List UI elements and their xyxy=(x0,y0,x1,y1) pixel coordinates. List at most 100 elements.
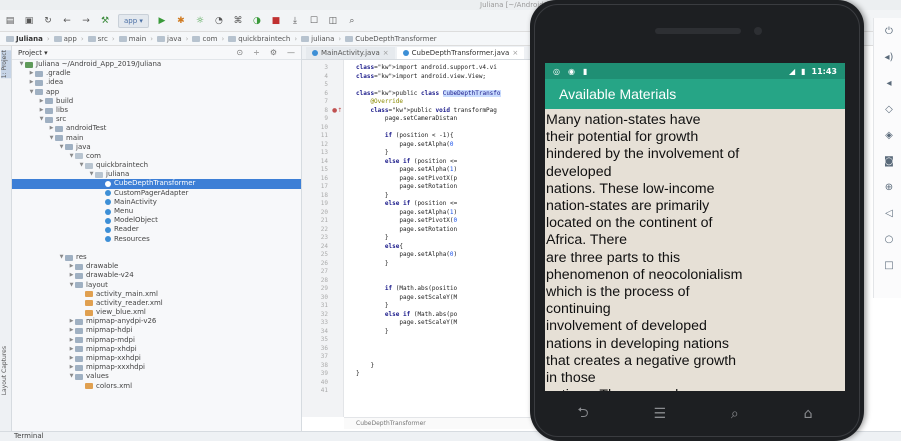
collapse-arrow-icon[interactable]: ▶ xyxy=(68,345,75,354)
home-circle-icon[interactable]: ○ xyxy=(882,234,896,245)
collapse-arrow-icon[interactable]: ▶ xyxy=(68,363,75,372)
tree-item[interactable]: ▶ build xyxy=(12,97,301,106)
tree-item[interactable]: ▼ res xyxy=(12,253,301,262)
sdk-manager-icon[interactable]: ⤓ xyxy=(289,15,301,27)
expand-arrow-icon[interactable]: ▼ xyxy=(88,170,95,179)
project-tool-tab[interactable]: 1: Project xyxy=(1,50,11,79)
volume-down-icon[interactable]: ◂ xyxy=(882,78,896,89)
expand-arrow-icon[interactable]: ▼ xyxy=(18,60,25,69)
terminal-tab[interactable]: Terminal xyxy=(14,432,44,440)
attach-debugger-icon[interactable]: ⌘ xyxy=(232,15,244,27)
gear-icon[interactable]: ⚙ xyxy=(270,48,277,57)
back-icon[interactable]: ◁ xyxy=(882,208,896,219)
tree-item[interactable]: ▼ layout xyxy=(12,281,301,290)
tree-item[interactable]: ▼ quickbraintech xyxy=(12,161,301,170)
tree-item[interactable]: CustomPagerAdapter xyxy=(12,189,301,198)
tree-item[interactable]: view_blue.xml xyxy=(12,308,301,317)
phone-screen[interactable]: ◎ ◉ ▮ ◢ ▮ 11:43 Available Materials Many… xyxy=(545,63,845,391)
tree-item[interactable]: ▼ juliana xyxy=(12,170,301,179)
tree-item[interactable]: CubeDepthTransformer xyxy=(12,179,301,189)
editor-tab[interactable]: MainActivity.java × xyxy=(306,47,395,59)
run-config-select[interactable]: app ▾ xyxy=(118,13,149,28)
tree-item[interactable]: Menu xyxy=(12,207,301,216)
tree-item[interactable]: activity_reader.xml xyxy=(12,299,301,308)
make-project-icon[interactable]: ⚒ xyxy=(99,15,111,27)
run-icon[interactable]: ▶ xyxy=(156,15,168,27)
collapse-arrow-icon[interactable]: ▶ xyxy=(38,97,45,106)
code-editor[interactable]: class="kw">import android.support.v4.vi c… xyxy=(344,60,544,417)
expand-arrow-icon[interactable]: ▼ xyxy=(68,281,75,290)
expand-arrow-icon[interactable]: ▼ xyxy=(78,161,85,170)
back-icon[interactable]: ⮌ xyxy=(577,402,588,426)
stop-icon[interactable]: ■ xyxy=(270,15,282,27)
open-folder-icon[interactable]: ▤ xyxy=(4,15,16,27)
tree-item[interactable]: ▼ java xyxy=(12,143,301,152)
collapse-arrow-icon[interactable]: ▶ xyxy=(68,317,75,326)
tree-item[interactable]: ▶ mipmap-xxhdpi xyxy=(12,354,301,363)
tree-item[interactable]: ▶ mipmap-xxxhdpi xyxy=(12,363,301,372)
close-icon[interactable]: × xyxy=(512,49,518,57)
breadcrumb-item[interactable]: app xyxy=(53,35,77,43)
breadcrumb-item[interactable]: java xyxy=(157,35,182,43)
tree-item[interactable]: ▶ mipmap-anydpi-v26 xyxy=(12,317,301,326)
power-icon[interactable]: ⏻ xyxy=(882,26,896,37)
tree-item[interactable]: ▶ .gradle xyxy=(12,69,301,78)
coverage-icon[interactable]: ◑ xyxy=(251,15,263,27)
undo-icon[interactable]: ← xyxy=(61,15,73,27)
breadcrumb-item[interactable]: src xyxy=(87,35,108,43)
collapse-arrow-icon[interactable]: ▶ xyxy=(38,106,45,115)
zoom-icon[interactable]: ⊕ xyxy=(882,182,896,193)
override-marker-icon[interactable]: ●↑ xyxy=(332,107,342,114)
breadcrumb-item[interactable]: Juliana xyxy=(6,35,43,43)
expand-arrow-icon[interactable]: ▼ xyxy=(48,134,55,143)
volume-up-icon[interactable]: ◂) xyxy=(882,52,896,63)
tree-item[interactable]: ▼ app xyxy=(12,88,301,97)
search-everywhere-icon[interactable]: ⌕ xyxy=(346,15,358,27)
collapse-icon[interactable]: ÷ xyxy=(253,48,260,57)
collapse-arrow-icon[interactable]: ▶ xyxy=(68,336,75,345)
collapse-arrow-icon[interactable]: ▶ xyxy=(68,262,75,271)
expand-arrow-icon[interactable]: ▼ xyxy=(68,372,75,381)
tree-item[interactable]: ▼ com xyxy=(12,152,301,161)
tree-item[interactable]: Reader xyxy=(12,225,301,234)
overview-icon[interactable]: □ xyxy=(882,260,896,271)
collapse-arrow-icon[interactable]: ▶ xyxy=(68,271,75,280)
breadcrumb-item[interactable]: CubeDepthTransformer xyxy=(345,35,437,43)
expand-arrow-icon[interactable]: ▼ xyxy=(68,152,75,161)
tree-item[interactable]: Resources xyxy=(12,235,301,244)
expand-arrow-icon[interactable]: ▼ xyxy=(28,88,35,97)
rotate-left-icon[interactable]: ◇ xyxy=(882,104,896,115)
recents-icon[interactable]: ☰ xyxy=(654,406,667,422)
home-icon[interactable]: ⌂ xyxy=(804,406,813,422)
profile-icon[interactable]: ◔ xyxy=(213,15,225,27)
breadcrumb-item[interactable]: main xyxy=(118,35,146,43)
tree-item[interactable]: ▼ Juliana ~/Android_App_2019/Juliana xyxy=(12,60,301,69)
expand-arrow-icon[interactable]: ▼ xyxy=(58,253,65,262)
tree-item[interactable]: MainActivity xyxy=(12,198,301,207)
collapse-arrow-icon[interactable]: ▶ xyxy=(28,78,35,87)
collapse-arrow-icon[interactable]: ▶ xyxy=(48,124,55,133)
tree-item[interactable]: ▼ src xyxy=(12,115,301,124)
tree-item[interactable]: ▶ libs xyxy=(12,106,301,115)
expand-arrow-icon[interactable]: ▼ xyxy=(58,143,65,152)
redo-icon[interactable]: → xyxy=(80,15,92,27)
collapse-arrow-icon[interactable]: ▶ xyxy=(68,354,75,363)
apply-changes-icon[interactable]: ✱ xyxy=(175,15,187,27)
expand-arrow-icon[interactable]: ▼ xyxy=(38,115,45,124)
avd-manager-icon[interactable]: ☐ xyxy=(308,15,320,27)
breadcrumb-item[interactable]: quickbraintech xyxy=(228,35,290,43)
layout-captures-tab[interactable]: Layout Captures xyxy=(1,346,11,395)
breadcrumb-item[interactable]: com xyxy=(192,35,217,43)
search-icon[interactable]: ⌕ xyxy=(731,406,739,422)
tree-item[interactable]: ▶ androidTest xyxy=(12,124,301,133)
tree-item[interactable]: ▶ mipmap-xhdpi xyxy=(12,345,301,354)
collapse-arrow-icon[interactable]: ▶ xyxy=(68,326,75,335)
save-icon[interactable]: ▣ xyxy=(23,15,35,27)
tree-item[interactable]: ModelObject xyxy=(12,216,301,225)
close-icon[interactable]: × xyxy=(383,49,389,57)
breadcrumb-item[interactable]: juliana xyxy=(301,35,334,43)
editor-tab[interactable]: CubeDepthTransformer.java × xyxy=(396,47,525,59)
tree-item[interactable]: colors.xml xyxy=(12,382,301,391)
tree-item[interactable]: activity_main.xml xyxy=(12,290,301,299)
project-view-select[interactable]: Project ▾ xyxy=(18,49,48,57)
